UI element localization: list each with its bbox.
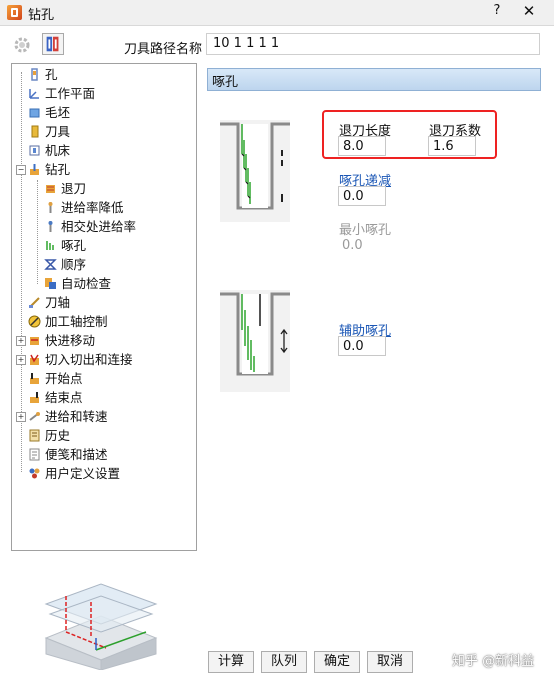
- tree-item-notes[interactable]: 便笺和描述: [28, 446, 108, 464]
- tool-axis-icon: [29, 297, 40, 308]
- end-point-icon: [30, 392, 39, 403]
- auto-check-icon: [45, 278, 56, 289]
- tree-item-label: 刀轴: [45, 295, 71, 310]
- tree-item-label: 钻孔: [45, 162, 71, 177]
- tree-item-hole[interactable]: 孔: [28, 66, 58, 84]
- minimum-peck-value: 0.0: [342, 238, 363, 253]
- drilling-icon: [30, 164, 39, 175]
- queue-button[interactable]: 队列: [261, 651, 307, 673]
- tree-item-retract[interactable]: 退刀: [44, 180, 86, 198]
- tree-item-history[interactable]: 历史: [28, 427, 70, 445]
- title-bar: 钻孔 ? ✕: [0, 0, 554, 26]
- tree-item-drilling[interactable]: 钻孔: [28, 161, 70, 179]
- tree-item-label: 孔: [45, 67, 58, 82]
- window-title: 钻孔: [28, 8, 55, 23]
- retract-length-input[interactable]: 8.0: [338, 136, 386, 156]
- auxiliary-peck-input[interactable]: 0.0: [338, 336, 386, 356]
- auxiliary-peck-diagram-icon: [220, 290, 290, 392]
- expand-leads-links-toggle[interactable]: +: [16, 355, 26, 365]
- expand-rapid-move-toggle[interactable]: +: [16, 336, 26, 346]
- app-icon: [7, 5, 22, 20]
- toolpath-name-label: 刀具路径名称: [124, 42, 203, 57]
- block-icon: [29, 108, 40, 118]
- ok-button[interactable]: 确定: [314, 651, 360, 673]
- retract-factor-input[interactable]: 1.6: [428, 136, 476, 156]
- retract-icon: [46, 185, 55, 193]
- axis-control-icon: [28, 315, 41, 328]
- tree-item-start-point[interactable]: 开始点: [28, 370, 83, 388]
- tree-item-feedrate-reduction[interactable]: 进给率降低: [44, 199, 124, 217]
- tree-item-tool-axis[interactable]: 刀轴: [28, 294, 70, 312]
- feedrate-reduction-icon: [48, 202, 53, 213]
- tree-item-peck[interactable]: 啄孔: [44, 237, 86, 255]
- tree-item-label: 开始点: [45, 371, 83, 386]
- tree-item-label: 便笺和描述: [45, 447, 108, 462]
- machine-icon: [29, 145, 40, 156]
- leads-links-icon: [30, 354, 39, 365]
- tree-item-label: 加工轴控制: [45, 314, 108, 329]
- peck-icon: [46, 241, 54, 250]
- tree-item-sequence[interactable]: 顺序: [44, 256, 86, 274]
- cancel-button[interactable]: 取消: [367, 651, 413, 673]
- workplane-icon: [29, 89, 39, 99]
- strategy-tree: − + + + 孔 工作平面 毛坯 刀具 机床 钻孔 退刀 进给率降低 相交处进…: [11, 63, 197, 551]
- tree-item-intersection-feedrate[interactable]: 相交处进给率: [44, 218, 136, 236]
- tool-icon: [31, 125, 39, 138]
- tree-item-label: 历史: [45, 428, 71, 443]
- tree-item-label: 切入切出和连接: [45, 352, 133, 367]
- toolpath-parameters-icon[interactable]: [42, 33, 64, 55]
- collapse-drilling-toggle[interactable]: −: [16, 165, 26, 175]
- rapid-move-icon: [30, 337, 39, 345]
- minimum-peck-label: 最小啄孔: [339, 223, 392, 238]
- tree-item-block[interactable]: 毛坯: [28, 104, 70, 122]
- hole-icon: [31, 68, 38, 81]
- tree-item-label: 相交处进给率: [61, 219, 137, 234]
- tree-item-feeds-speeds[interactable]: 进给和转速: [28, 408, 108, 426]
- tree-item-machine[interactable]: 机床: [28, 142, 70, 160]
- watermark-text: 知乎 @新科益: [452, 654, 535, 669]
- help-button[interactable]: ?: [488, 3, 506, 18]
- peck-decrement-input[interactable]: 0.0: [338, 186, 386, 206]
- tree-item-label: 进给率降低: [61, 200, 124, 215]
- tree-item-label: 退刀: [61, 181, 87, 196]
- tree-item-leads-links[interactable]: 切入切出和连接: [28, 351, 133, 369]
- tree-item-rapid-move[interactable]: 快进移动: [28, 332, 95, 350]
- toolpath-name-input[interactable]: 10 1 1 1 1: [206, 33, 540, 55]
- intersection-feedrate-icon: [48, 221, 53, 232]
- tree-item-label: 顺序: [61, 257, 87, 272]
- tree-item-tool[interactable]: 刀具: [28, 123, 70, 141]
- feeds-speeds-icon: [29, 412, 40, 421]
- tree-item-label: 工作平面: [45, 86, 96, 101]
- notes-icon: [29, 448, 40, 461]
- tree-item-label: 结束点: [45, 390, 83, 405]
- tree-item-label: 啄孔: [61, 238, 87, 253]
- tree-item-label: 进给和转速: [45, 409, 108, 424]
- tree-item-workplane[interactable]: 工作平面: [28, 85, 95, 103]
- tree-item-auto-check[interactable]: 自动检查: [44, 275, 111, 293]
- tree-item-label: 快进移动: [45, 333, 96, 348]
- user-settings-icon: [29, 468, 40, 479]
- tree-item-label: 用户定义设置: [45, 466, 121, 481]
- tree-item-user-settings[interactable]: 用户定义设置: [28, 465, 120, 483]
- settings-gear-icon[interactable]: [12, 35, 32, 55]
- peck-section-header: 啄孔: [207, 68, 541, 91]
- start-point-icon: [30, 373, 39, 384]
- history-icon: [29, 429, 40, 442]
- tree-item-label: 自动检查: [61, 276, 112, 291]
- toolpath-preview-graphic: [44, 583, 158, 670]
- calculate-button[interactable]: 计算: [208, 651, 254, 673]
- tree-item-label: 刀具: [45, 124, 71, 139]
- tree-item-label: 机床: [45, 143, 71, 158]
- sequence-icon: [44, 259, 57, 270]
- tree-item-label: 毛坯: [45, 105, 71, 120]
- retract-diagram-icon: [220, 120, 290, 222]
- tree-item-axis-control[interactable]: 加工轴控制: [28, 313, 108, 331]
- expand-feeds-speeds-toggle[interactable]: +: [16, 412, 26, 422]
- tree-item-end-point[interactable]: 结束点: [28, 389, 83, 407]
- close-button[interactable]: ✕: [520, 2, 538, 20]
